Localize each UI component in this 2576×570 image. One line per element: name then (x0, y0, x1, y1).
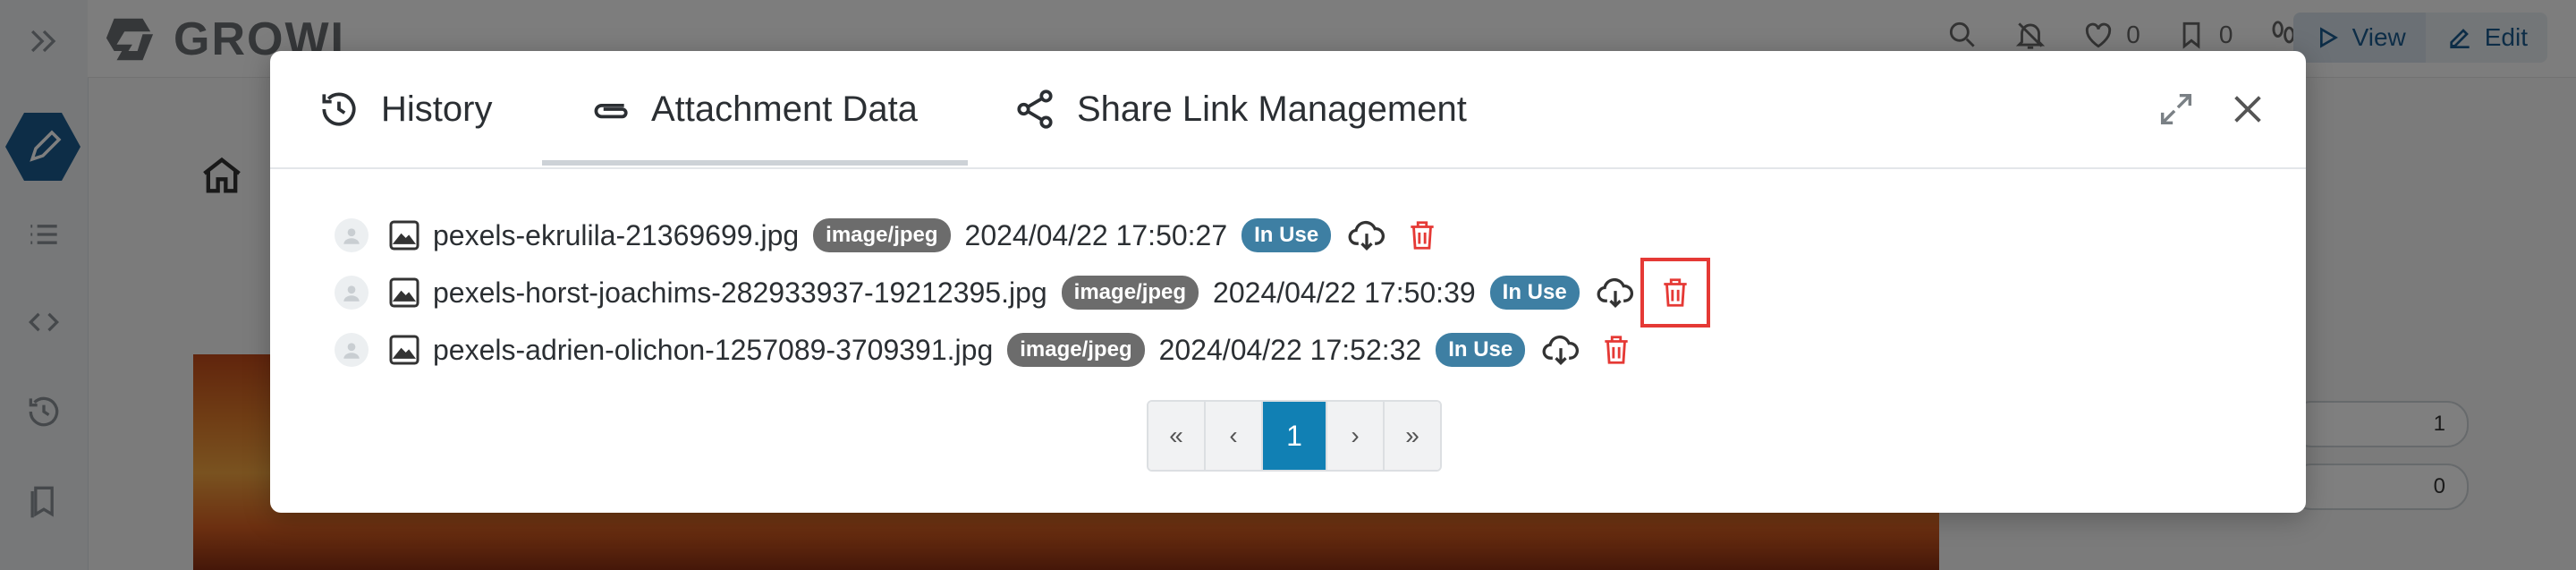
pagination-next[interactable]: › (1327, 402, 1385, 470)
delete-attachment-button[interactable] (1595, 328, 1638, 371)
tab-share-link-management[interactable]: Share Link Management (1013, 51, 1467, 167)
share-icon (1017, 89, 1053, 129)
trash-icon (1664, 278, 1687, 307)
download-button[interactable] (1345, 214, 1388, 257)
image-file-icon (389, 335, 419, 365)
tab-history-label: History (381, 89, 493, 129)
active-tab-indicator (542, 160, 968, 166)
download-button[interactable] (1594, 271, 1637, 314)
cloud-download-icon (1542, 335, 1580, 366)
pagination: « ‹ 1 › » (1147, 400, 1442, 472)
tab-attachment-data[interactable]: Attachment Data (587, 51, 918, 167)
pagination-last[interactable]: » (1385, 402, 1440, 470)
attachment-row: pexels-horst-joachims-282933937-19212395… (335, 258, 1710, 328)
in-use-badge: In Use (1241, 218, 1332, 252)
user-icon (343, 228, 360, 244)
attachment-list: pexels-ekrulila-21369699.jpg image/jpeg … (335, 207, 1710, 379)
pagination-prev[interactable]: ‹ (1206, 402, 1263, 470)
attachment-date: 2024/04/22 17:50:27 (964, 218, 1228, 251)
tab-attachment-data-label: Attachment Data (651, 89, 918, 129)
trash-icon (1605, 336, 1628, 364)
attachment-date: 2024/04/22 17:52:32 (1158, 333, 1422, 366)
close-modal-button[interactable] (2225, 87, 2270, 132)
delete-attachment-button[interactable] (1401, 214, 1444, 257)
tab-history[interactable]: History (317, 51, 492, 167)
delete-attachment-button[interactable] (1640, 258, 1710, 328)
page-accessories-modal: History Attachment Data Share Link Manag… (270, 51, 2306, 513)
attachment-row: pexels-ekrulila-21369699.jpg image/jpeg … (335, 207, 1701, 264)
cloud-download-icon (1597, 277, 1633, 309)
attachment-filename[interactable]: pexels-ekrulila-21369699.jpg (433, 219, 799, 252)
modal-header: History Attachment Data Share Link Manag… (270, 51, 2306, 169)
avatar[interactable] (335, 276, 369, 310)
expand-icon (2160, 93, 2192, 125)
attachment-row: pexels-adrien-olichon-1257089-3709391.jp… (335, 321, 1701, 379)
user-icon (343, 285, 360, 302)
image-file-icon (389, 220, 419, 251)
attachment-filename[interactable]: pexels-horst-joachims-282933937-19212395… (433, 276, 1047, 310)
cloud-download-icon (1348, 220, 1385, 251)
download-button[interactable] (1539, 328, 1582, 371)
mime-type-badge: image/jpeg (813, 218, 951, 252)
in-use-badge: In Use (1436, 333, 1526, 367)
attachment-filename[interactable]: pexels-adrien-olichon-1257089-3709391.jp… (433, 334, 993, 367)
history-icon (322, 92, 356, 126)
avatar[interactable] (335, 333, 369, 367)
attachment-date: 2024/04/22 17:50:39 (1213, 276, 1476, 309)
pagination-page-1[interactable]: 1 (1263, 402, 1327, 470)
close-icon (2234, 96, 2261, 123)
tab-share-link-label: Share Link Management (1077, 89, 1467, 129)
image-file-icon (389, 277, 419, 308)
trash-icon (1411, 221, 1434, 250)
avatar[interactable] (335, 218, 369, 252)
mime-type-badge: image/jpeg (1061, 276, 1199, 310)
mime-type-badge: image/jpeg (1007, 333, 1145, 367)
in-use-badge: In Use (1489, 276, 1580, 310)
pagination-first[interactable]: « (1148, 402, 1206, 470)
expand-modal-button[interactable] (2154, 87, 2199, 132)
paperclip-icon (594, 103, 628, 119)
user-icon (343, 343, 360, 359)
